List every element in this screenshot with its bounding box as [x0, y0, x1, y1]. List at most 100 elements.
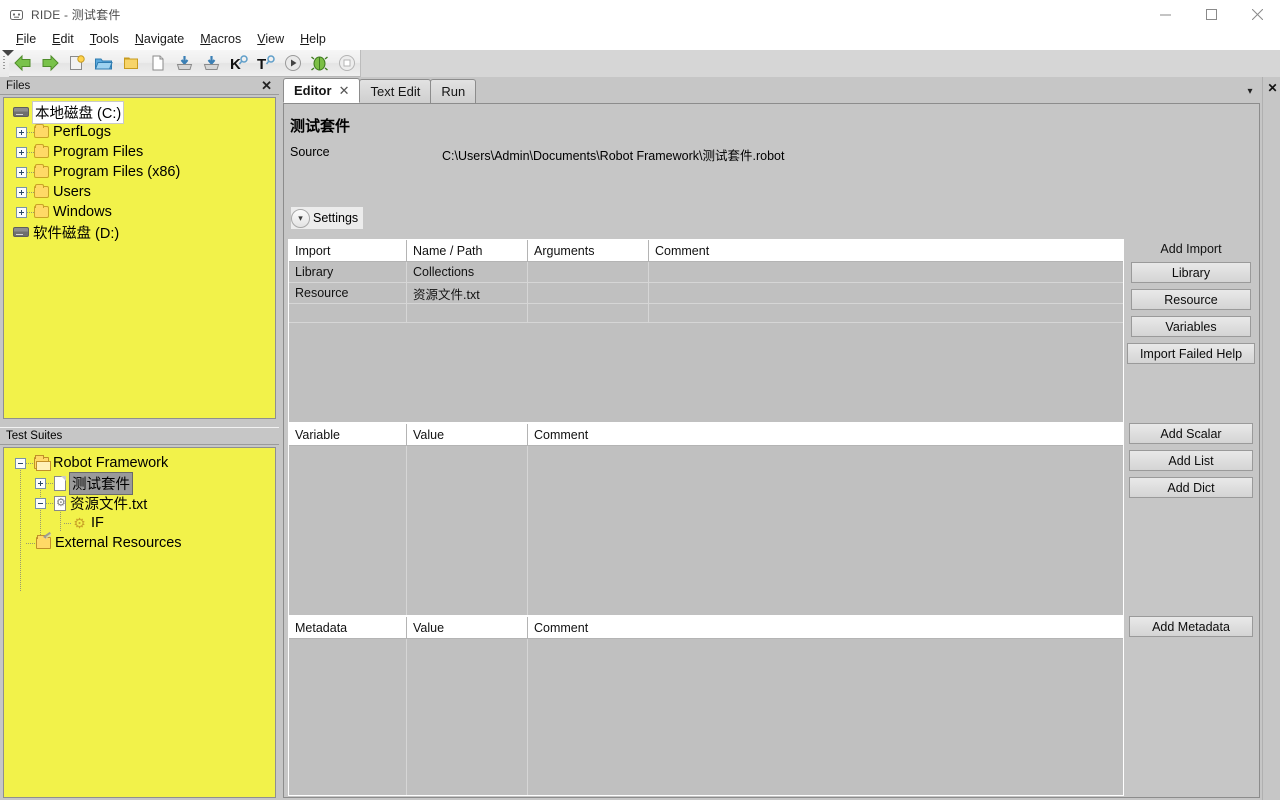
- import-table-header: Import Name / Path Arguments Comment: [289, 240, 1123, 262]
- menu-navigate[interactable]: Navigate: [127, 30, 192, 48]
- import-table[interactable]: Import Name / Path Arguments Comment Lib…: [288, 239, 1124, 423]
- debug-icon[interactable]: [307, 51, 332, 76]
- menu-tools[interactable]: Tools: [82, 30, 127, 48]
- tree-item-program-files[interactable]: Program Files: [4, 142, 275, 162]
- menu-view[interactable]: View: [249, 30, 292, 48]
- metadata-table-header: Metadata Value Comment: [289, 617, 1123, 639]
- cell-import[interactable]: Resource: [289, 283, 407, 303]
- cell-comment[interactable]: [649, 304, 1123, 322]
- cell-name-path[interactable]: [407, 304, 528, 322]
- new-project-icon[interactable]: [64, 51, 89, 76]
- test-suites-tree[interactable]: Robot Framework 测试套件 资源文件.txt ⚙ IF: [3, 447, 276, 798]
- files-pane-close-icon[interactable]: ✕: [261, 79, 272, 92]
- tree-item-label: External Resources: [55, 535, 182, 551]
- open-directory-icon[interactable]: [118, 51, 143, 76]
- tab-editor[interactable]: Editor ✕: [283, 78, 361, 103]
- tree-item-if[interactable]: ⚙ IF: [4, 513, 275, 533]
- import-failed-help-button[interactable]: Import Failed Help: [1127, 343, 1255, 364]
- document-gear-icon: [54, 495, 66, 511]
- maximize-button[interactable]: [1188, 0, 1234, 28]
- tree-item-perflogs[interactable]: PerfLogs: [4, 122, 275, 142]
- add-metadata-button[interactable]: Add Metadata: [1129, 616, 1253, 637]
- cell-import[interactable]: Library: [289, 262, 407, 282]
- metadata-table-empty-area[interactable]: [289, 639, 1123, 795]
- stop-icon[interactable]: [334, 51, 359, 76]
- save-icon[interactable]: [172, 51, 197, 76]
- expander-icon[interactable]: [16, 186, 27, 198]
- left-panel: Files ✕ 本地磁盘 (C:) PerfLogs Program Files…: [0, 77, 279, 800]
- cell-arguments[interactable]: [528, 262, 649, 282]
- expander-icon[interactable]: [16, 146, 27, 158]
- save-all-icon[interactable]: [199, 51, 224, 76]
- tree-item-resource-file[interactable]: 资源文件.txt: [4, 493, 275, 513]
- import-table-empty-area[interactable]: [289, 323, 1123, 421]
- expander-icon[interactable]: [15, 457, 26, 469]
- menu-file[interactable]: File: [8, 30, 44, 48]
- tree-item-users[interactable]: Users: [4, 182, 275, 202]
- cell-arguments[interactable]: [528, 304, 649, 322]
- new-file-icon[interactable]: [145, 51, 170, 76]
- menu-help[interactable]: Help: [292, 30, 334, 48]
- expander-icon[interactable]: [16, 206, 27, 218]
- table-row[interactable]: [289, 304, 1123, 323]
- expander-icon[interactable]: [16, 166, 27, 178]
- window-controls: [1142, 0, 1280, 28]
- close-button[interactable]: [1234, 0, 1280, 28]
- expander-icon[interactable]: [35, 497, 46, 509]
- add-variables-button[interactable]: Variables: [1131, 316, 1251, 337]
- settings-toggle-button[interactable]: ▾ Settings: [291, 207, 364, 229]
- chevron-down-icon: ▾: [291, 208, 310, 228]
- chevron-down-icon[interactable]: ▾: [1240, 79, 1260, 103]
- tree-item-label: Program Files (x86): [53, 164, 181, 180]
- window-title: RIDE - 测试套件: [31, 7, 121, 22]
- close-panel-icon[interactable]: ✕: [1266, 81, 1279, 95]
- table-row[interactable]: Library Collections: [289, 262, 1123, 283]
- tree-item-local-disk-c[interactable]: 本地磁盘 (C:): [4, 100, 275, 124]
- folder-icon: [34, 144, 49, 158]
- test-suites-pane: Test Suites Robot Framework 测试套件 ⚙ 资源文件.…: [0, 427, 279, 800]
- toolbar-grip[interactable]: [0, 49, 14, 77]
- cell-comment[interactable]: [649, 262, 1123, 282]
- add-dict-button[interactable]: Add Dict: [1129, 477, 1253, 498]
- cell-name-path[interactable]: 资源文件.txt: [407, 283, 528, 303]
- tree-item-external-resources[interactable]: External Resources: [4, 533, 275, 553]
- cell-comment[interactable]: [649, 283, 1123, 303]
- app-icon: [9, 7, 23, 21]
- add-scalar-button[interactable]: Add Scalar: [1129, 423, 1253, 444]
- open-folder-icon[interactable]: [91, 51, 116, 76]
- tab-text-edit[interactable]: Text Edit: [359, 79, 432, 103]
- test-suites-header: Test Suites: [0, 427, 279, 445]
- tab-close-icon[interactable]: ✕: [339, 83, 350, 99]
- tree-item-program-files-x86[interactable]: Program Files (x86): [4, 162, 275, 182]
- menu-macros[interactable]: Macros: [192, 30, 249, 48]
- cell-import[interactable]: [289, 304, 407, 322]
- tree-item-robot-framework[interactable]: Robot Framework: [4, 453, 275, 473]
- variable-table-empty-area[interactable]: [289, 446, 1123, 615]
- menu-edit[interactable]: Edit: [44, 30, 82, 48]
- tab-run[interactable]: Run: [430, 79, 477, 103]
- tree-item-software-disk-d[interactable]: 软件磁盘 (D:): [4, 222, 275, 242]
- tree-item-label: Program Files: [53, 144, 144, 160]
- tree-item-windows[interactable]: Windows: [4, 202, 275, 222]
- forward-arrow-icon[interactable]: [37, 51, 62, 76]
- cell-name-path[interactable]: Collections: [407, 262, 528, 282]
- cell-arguments[interactable]: [528, 283, 649, 303]
- external-resources-icon: [36, 535, 51, 549]
- tree-item-test-suite[interactable]: 测试套件: [4, 471, 275, 495]
- search-keyword-icon[interactable]: K: [226, 51, 251, 76]
- add-library-button[interactable]: Library: [1131, 262, 1251, 283]
- add-resource-button[interactable]: Resource: [1131, 289, 1251, 310]
- add-list-button[interactable]: Add List: [1129, 450, 1253, 471]
- search-test-icon[interactable]: T: [253, 51, 278, 76]
- files-tree[interactable]: 本地磁盘 (C:) PerfLogs Program Files Program…: [3, 97, 276, 419]
- title-bar: RIDE - 测试套件: [0, 0, 1280, 28]
- variable-table[interactable]: Variable Value Comment: [288, 423, 1124, 616]
- expander-icon[interactable]: [16, 126, 27, 138]
- column-header-value: Value: [407, 617, 528, 638]
- minimize-button[interactable]: [1142, 0, 1188, 28]
- metadata-table[interactable]: Metadata Value Comment: [288, 616, 1124, 796]
- tree-item-label: IF: [91, 515, 104, 531]
- expander-icon[interactable]: [35, 477, 46, 489]
- run-icon[interactable]: [280, 51, 305, 76]
- table-row[interactable]: Resource 资源文件.txt: [289, 283, 1123, 304]
